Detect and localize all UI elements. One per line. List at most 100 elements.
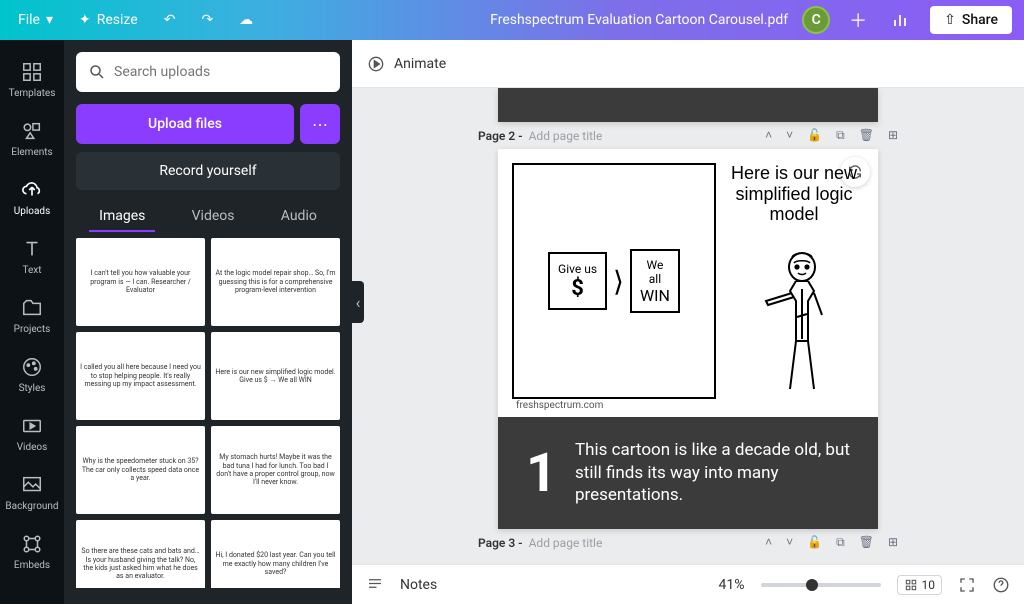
credit-text: freshspectrum.com — [516, 400, 603, 411]
upload-options-button[interactable]: ⋯ — [300, 104, 340, 144]
undo-button[interactable]: ↶ — [158, 8, 182, 32]
upload-files-button[interactable]: Upload files — [76, 104, 294, 144]
elements-icon — [20, 119, 44, 143]
search-input[interactable] — [114, 64, 328, 80]
share-button[interactable]: ⇧Share — [930, 6, 1012, 34]
zoom-handle[interactable] — [806, 579, 818, 591]
tab-audio[interactable]: Audio — [271, 202, 327, 232]
chevron-down-icon: ▾ — [46, 12, 53, 28]
upload-thumb[interactable]: Hi, I donated $20 last year. Can you tel… — [211, 520, 340, 588]
rail-templates[interactable]: Templates — [0, 50, 64, 109]
upload-thumb[interactable]: Here is our new simplified logic model. … — [211, 332, 340, 420]
lock-page-button[interactable]: 🔓 — [807, 128, 822, 143]
text-icon — [20, 237, 44, 261]
caption-text: This cartoon is like a decade old, but s… — [575, 439, 850, 508]
canvas-scroll[interactable]: Page 2 - Add page title ˄ ˅ 🔓 ⧉ 🗑 ⊞ Give… — [352, 88, 1024, 564]
upload-thumb[interactable]: I called you all here because I need you… — [76, 332, 205, 420]
embeds-icon — [20, 532, 44, 556]
page-2-header: Page 2 - Add page title ˄ ˅ 🔓 ⧉ 🗑 ⊞ — [478, 122, 898, 149]
resize-button[interactable]: ✦ Resize — [73, 8, 144, 32]
palette-icon — [20, 355, 44, 379]
file-label: File — [18, 12, 40, 28]
upload-thumb[interactable]: My stomach hurts! Maybe it was the bad t… — [211, 426, 340, 514]
undo-icon: ↶ — [164, 12, 176, 28]
rail-uploads[interactable]: Uploads — [0, 168, 64, 227]
uploads-grid: I can't tell you how valuable your progr… — [76, 238, 340, 588]
caption-number: 1 — [526, 442, 557, 505]
insights-button[interactable] — [886, 7, 916, 33]
upload-thumb[interactable]: At the logic model repair shop… So, I'm … — [211, 238, 340, 326]
move-page-down-button[interactable]: ˅ — [786, 535, 793, 550]
animate-toolbar: Animate — [352, 40, 1024, 88]
notes-icon — [366, 576, 384, 594]
share-label: Share — [962, 12, 998, 28]
duplicate-page-button[interactable]: ⧉ — [836, 535, 845, 550]
rail-styles[interactable]: Styles — [0, 345, 64, 404]
upload-thumb[interactable]: I can't tell you how valuable your progr… — [76, 238, 205, 326]
sparkle-icon: ✦ — [79, 12, 91, 28]
rail-label: Styles — [19, 383, 46, 394]
upload-tabs: Images Videos Audio — [76, 202, 340, 232]
fullscreen-button[interactable] — [958, 576, 976, 594]
upload-thumb[interactable]: So there are these cats and bats and… Is… — [76, 520, 205, 588]
whiteboard: Give us$ ⟩ WeallWIN — [512, 163, 716, 399]
delete-page-button[interactable]: 🗑 — [859, 128, 874, 143]
cloud-sync-button[interactable]: ☁ — [233, 8, 259, 32]
page-2[interactable]: Give us$ ⟩ WeallWIN Here is our new simp… — [498, 149, 878, 529]
rail-label: Uploads — [14, 206, 50, 217]
rail-videos[interactable]: Videos — [0, 404, 64, 463]
folder-icon — [20, 296, 44, 320]
rail-embeds[interactable]: Embeds — [0, 522, 64, 581]
zoom-percent[interactable]: 41% — [719, 577, 745, 593]
move-page-down-button[interactable]: ˅ — [786, 128, 793, 143]
tab-images[interactable]: Images — [89, 202, 155, 232]
page-label: Page 3 - — [478, 536, 523, 550]
document-title[interactable]: Freshspectrum Evaluation Cartoon Carouse… — [490, 12, 788, 28]
cloud-icon: ☁ — [239, 12, 253, 28]
search-uploads[interactable] — [76, 52, 340, 92]
add-page-button[interactable]: ⊞ — [888, 128, 898, 143]
add-collaborator-button[interactable]: ＋ — [844, 6, 872, 34]
rail-label: Text — [22, 265, 41, 276]
tab-videos[interactable]: Videos — [182, 202, 245, 232]
add-page-title[interactable]: Add page title — [529, 536, 603, 550]
upload-thumb[interactable]: Why is the speedometer stuck on 35? The … — [76, 426, 205, 514]
page-label: Page 2 - — [478, 129, 523, 143]
rail-background[interactable]: Background — [0, 463, 64, 522]
collapse-panel-handle[interactable]: ‹ — [352, 281, 364, 323]
page-1-crop[interactable] — [498, 88, 878, 122]
left-rail: Templates Elements Uploads Text Projects… — [0, 40, 64, 604]
rail-label: Embeds — [14, 560, 50, 571]
rail-elements[interactable]: Elements — [0, 109, 64, 168]
rail-text[interactable]: Text — [0, 227, 64, 286]
duplicate-page-button[interactable]: ⧉ — [836, 128, 845, 143]
uploads-icon — [20, 178, 44, 202]
avatar[interactable]: C — [802, 6, 830, 34]
add-page-button[interactable]: ⊞ — [888, 535, 898, 550]
video-icon — [20, 414, 44, 438]
record-yourself-button[interactable]: Record yourself — [76, 152, 340, 190]
search-icon — [88, 63, 106, 81]
animate-button[interactable]: Animate — [394, 56, 446, 72]
page-3-header: Page 3 - Add page title ˄ ˅ 🔓 ⧉ 🗑 ⊞ — [478, 529, 898, 556]
add-page-title[interactable]: Add page title — [529, 129, 603, 143]
chart-icon — [892, 11, 910, 29]
arrow-icon: ⟩ — [613, 265, 624, 298]
rail-projects[interactable]: Projects — [0, 286, 64, 345]
caption-block: 1 This cartoon is like a decade old, but… — [498, 417, 878, 529]
rail-label: Videos — [17, 442, 48, 453]
move-page-up-button[interactable]: ˄ — [765, 128, 772, 143]
zoom-slider[interactable] — [761, 583, 881, 587]
file-menu[interactable]: File ▾ — [12, 8, 59, 32]
move-page-up-button[interactable]: ˄ — [765, 535, 772, 550]
resize-label: Resize — [97, 12, 138, 28]
rail-label: Background — [5, 501, 58, 512]
help-button[interactable] — [992, 576, 1010, 594]
page-count[interactable]: 10 — [897, 575, 943, 595]
redo-button[interactable]: ↷ — [195, 8, 219, 32]
notes-button[interactable]: Notes — [400, 577, 437, 593]
lock-page-button[interactable]: 🔓 — [807, 535, 822, 550]
rail-label: Elements — [11, 147, 52, 158]
redo-icon: ↷ — [201, 12, 213, 28]
delete-page-button[interactable]: 🗑 — [859, 535, 874, 550]
